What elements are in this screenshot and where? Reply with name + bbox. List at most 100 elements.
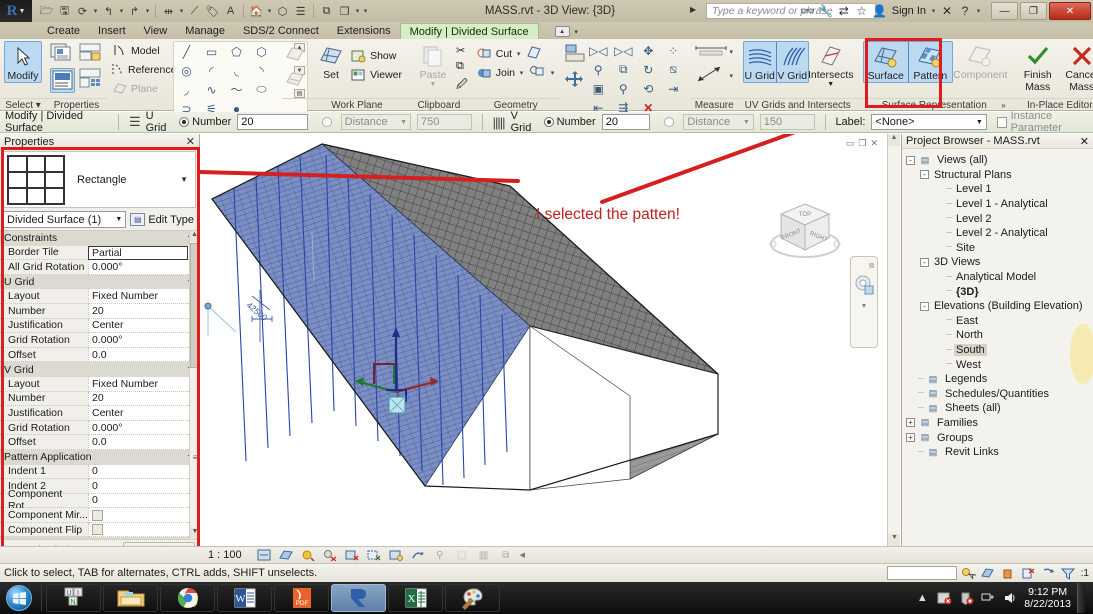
- array-icon[interactable]: ⁘: [661, 41, 686, 60]
- collapse-icon[interactable]: -: [920, 170, 929, 180]
- unlock-3d-icon[interactable]: [410, 548, 426, 562]
- property-value[interactable]: 0.0: [88, 347, 188, 363]
- chevron-down-icon[interactable]: ▾: [728, 72, 735, 80]
- 3d-view-icon[interactable]: 🏠: [248, 2, 265, 20]
- navigation-bar[interactable]: ⊗ ▼: [850, 256, 878, 348]
- expand-icon[interactable]: +: [906, 433, 915, 443]
- close-hidden-icon[interactable]: ⧉: [318, 2, 335, 20]
- property-value[interactable]: 0: [88, 493, 188, 509]
- chevron-down-icon[interactable]: ▾: [178, 7, 185, 15]
- property-row[interactable]: Grid Rotation 0.000°: [0, 333, 199, 348]
- filter-icon[interactable]: [1061, 566, 1077, 580]
- visual-style-icon[interactable]: [278, 548, 294, 562]
- modify-button[interactable]: Modify: [4, 41, 42, 83]
- ribbon-collapse-icon[interactable]: ▲: [554, 26, 570, 37]
- chevron-down-icon[interactable]: ▼: [827, 81, 834, 88]
- pin-off-icon[interactable]: ⚲: [586, 60, 611, 79]
- arc-center-ends-icon[interactable]: ◜: [199, 61, 224, 80]
- info-center-expand-icon[interactable]: ▶: [690, 5, 696, 14]
- chevron-down-icon[interactable]: ▼: [861, 303, 868, 310]
- taskbar-item-revit[interactable]: [331, 584, 386, 612]
- draw-reference-button[interactable]: Reference: [111, 60, 176, 79]
- property-row[interactable]: Component Mir...: [0, 508, 199, 523]
- collapse-icon[interactable]: -: [920, 257, 929, 267]
- chevron-down-icon[interactable]: ▾: [573, 28, 580, 36]
- taskbar-clock[interactable]: 9:12 PM 8/22/2013: [1024, 586, 1071, 610]
- scroll-down-icon[interactable]: ▼: [190, 528, 199, 539]
- section-icon[interactable]: ⬡: [274, 2, 291, 20]
- chevron-down-icon[interactable]: ▾: [266, 7, 273, 15]
- tree-item[interactable]: ┄ Analytical Model: [906, 270, 1091, 285]
- scroll-thumb[interactable]: [190, 243, 199, 368]
- property-value[interactable]: 20: [88, 391, 188, 407]
- property-row[interactable]: Border Tile Partial: [0, 245, 199, 261]
- u-distance-radio[interactable]: [321, 117, 335, 127]
- antivirus-icon[interactable]: [936, 590, 952, 606]
- close-icon[interactable]: ✕: [1080, 135, 1089, 148]
- circle-icon[interactable]: ◎: [174, 61, 199, 80]
- chevron-down-icon[interactable]: ▼: [180, 175, 192, 184]
- maximize-button[interactable]: ❐: [1020, 2, 1047, 20]
- mirror-pick-axis-icon[interactable]: ▷◁: [586, 41, 611, 60]
- scroll-up-icon[interactable]: ▲: [888, 134, 900, 146]
- property-value[interactable]: [88, 508, 188, 523]
- line-icon[interactable]: ╱: [174, 42, 199, 61]
- tree-item[interactable]: ┄ Site: [906, 241, 1091, 256]
- property-value[interactable]: Center: [88, 406, 188, 421]
- scroll-down-icon[interactable]: ▼: [888, 534, 900, 546]
- chevron-down-icon[interactable]: ▾: [518, 69, 525, 77]
- tab-extensions[interactable]: Extensions: [328, 23, 400, 39]
- tree-item[interactable]: ┄ ▤ Sheets (all): [906, 401, 1091, 416]
- property-value[interactable]: 0.000°: [88, 420, 188, 436]
- property-value[interactable]: 0.000°: [88, 333, 188, 348]
- rotate-icon[interactable]: ↻: [636, 60, 661, 79]
- wrench-icon[interactable]: 🔧: [818, 2, 834, 20]
- spline-through-points-icon[interactable]: ∿: [199, 80, 224, 99]
- arc-3point-icon[interactable]: ◞: [174, 80, 199, 99]
- show-hidden-icon[interactable]: ▲: [914, 590, 930, 606]
- u-grid-button[interactable]: U Grid: [742, 41, 776, 83]
- tree-item[interactable]: ┄ West: [906, 357, 1091, 372]
- property-row[interactable]: Number 20: [0, 303, 199, 319]
- security-icon[interactable]: [958, 590, 974, 606]
- scale-icon[interactable]: ▣: [586, 79, 611, 98]
- tree-item[interactable]: ┄ {3D}: [906, 284, 1091, 299]
- temporary-hide-icon[interactable]: ⚲: [432, 548, 448, 562]
- property-value[interactable]: Center: [88, 318, 188, 334]
- scroll-up-icon[interactable]: ▲: [190, 231, 199, 242]
- instance-parameter-checkbox[interactable]: Instance Parameter: [996, 110, 1093, 134]
- unjoin-icon[interactable]: ⟲: [636, 79, 661, 98]
- align-icon[interactable]: [564, 43, 586, 66]
- tree-item[interactable]: ┄ East: [906, 314, 1091, 329]
- property-value[interactable]: Fixed Number: [88, 376, 188, 392]
- property-value[interactable]: 0.0: [88, 435, 188, 450]
- close-icon[interactable]: ✕: [186, 135, 195, 148]
- tree-item[interactable]: -3D Views: [906, 255, 1091, 270]
- edit-type-button[interactable]: ▤ Edit Type: [130, 213, 196, 226]
- project-browser-tree[interactable]: - ▤ Views (all) - Structural Plans ┄ Level 1 ┄ L…: [902, 149, 1093, 459]
- label-select[interactable]: <None> ▼: [871, 114, 987, 130]
- ellipse-icon[interactable]: ⬭: [249, 80, 274, 99]
- v-number-input[interactable]: 20: [601, 114, 651, 130]
- property-row[interactable]: Component Flip: [0, 522, 199, 538]
- view-scale[interactable]: 1 : 100: [208, 549, 242, 561]
- v-number-radio[interactable]: Number: [543, 116, 596, 128]
- detail-level-icon[interactable]: [256, 548, 272, 562]
- chevron-left-icon[interactable]: ◀: [520, 551, 525, 559]
- properties-scrollbar[interactable]: ▲ ≡ ▼: [189, 231, 199, 539]
- binoculars-icon[interactable]: 👓: [800, 2, 816, 20]
- crop-view-icon[interactable]: [366, 548, 382, 562]
- checkbox-unchecked-icon[interactable]: [92, 509, 103, 521]
- join-button[interactable]: Join ▾: [476, 63, 525, 82]
- qat-overflow-icon[interactable]: ▾: [362, 7, 369, 15]
- tree-item[interactable]: + ▤ Families: [906, 416, 1091, 431]
- copy-icon[interactable]: ⧉: [456, 60, 468, 73]
- volume-icon[interactable]: [1002, 590, 1018, 606]
- help-icon[interactable]: ?: [957, 2, 973, 20]
- model-display-icon[interactable]: ⧉: [498, 548, 514, 562]
- taskbar-item-unin[interactable]: UIN: [46, 584, 101, 612]
- chevron-down-icon[interactable]: ▾: [144, 7, 151, 15]
- minimize-view-icon[interactable]: ▭: [846, 138, 855, 149]
- measure-along-element-icon[interactable]: [694, 65, 728, 86]
- v-distance-radio[interactable]: [664, 117, 677, 127]
